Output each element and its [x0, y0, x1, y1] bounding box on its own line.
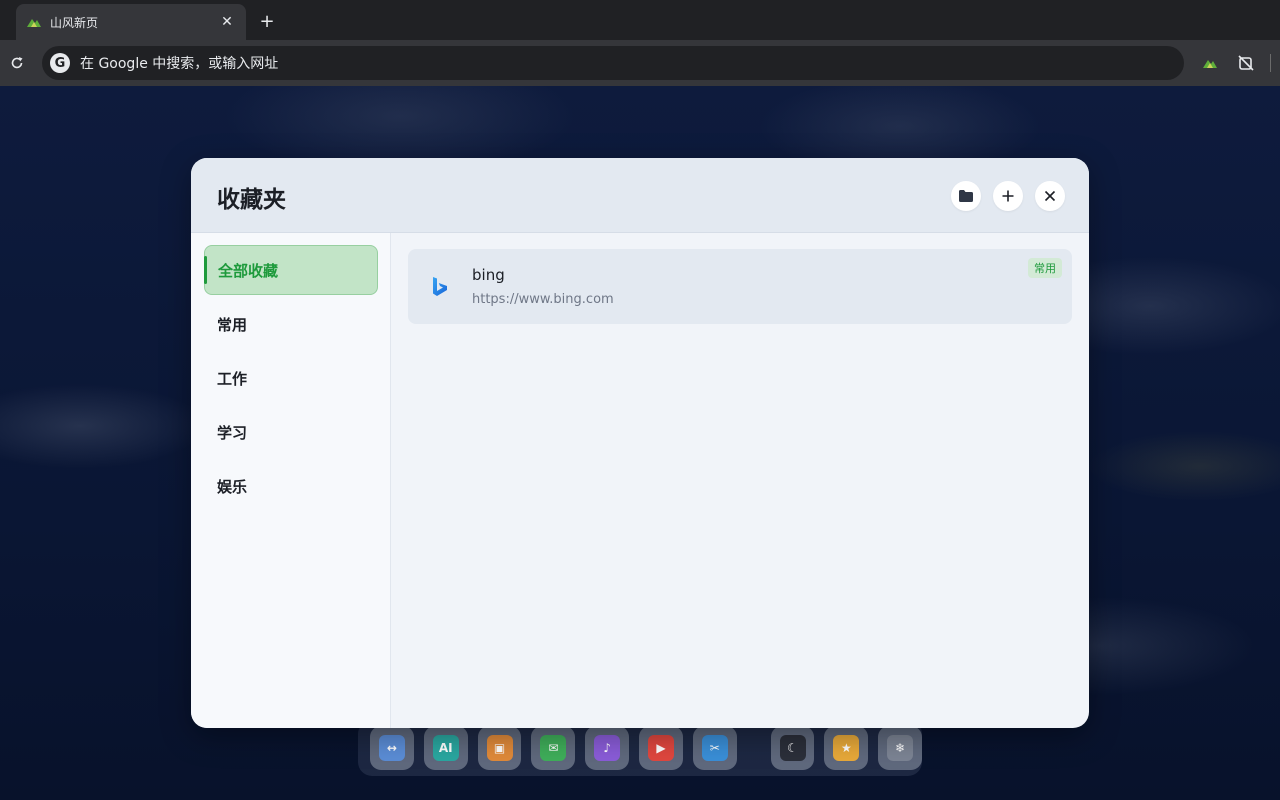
add-bookmark-button[interactable]	[993, 181, 1023, 211]
video-icon: ▶	[647, 735, 674, 761]
music-icon: ♪	[594, 735, 621, 761]
dock-app-star[interactable]: ★	[824, 726, 869, 770]
bookmark-tag: 常用	[1028, 258, 1062, 278]
dock-app-translate[interactable]: ↔	[370, 726, 414, 770]
plus-icon	[1002, 190, 1014, 202]
category-sidebar: 全部收藏 常用 工作 学习 娱乐	[191, 233, 391, 728]
dock-app-music[interactable]: ♪	[585, 726, 630, 770]
new-folder-button[interactable]	[951, 181, 981, 211]
dock-app-tools[interactable]: ✂	[692, 726, 737, 770]
mountain-icon	[26, 14, 42, 30]
category-frequent[interactable]: 常用	[204, 299, 378, 349]
settings-icon: ❄	[887, 735, 914, 761]
tab-active[interactable]: 山风新页 ✕	[16, 4, 246, 40]
category-all[interactable]: 全部收藏	[204, 245, 378, 295]
category-study[interactable]: 学习	[204, 407, 378, 457]
tab-title: 山风新页	[50, 15, 99, 30]
tools-icon: ✂	[701, 735, 728, 761]
dock-app-ai[interactable]: AI	[423, 726, 468, 770]
mountain-extension-icon[interactable]	[1199, 52, 1221, 74]
dock-app-night-mode[interactable]: ☾	[770, 726, 815, 770]
bookmark-url: https://www.bing.com	[472, 292, 614, 307]
bookmark-list: bing https://www.bing.com 常用	[392, 233, 1089, 728]
dock-app-settings[interactable]: ❄	[878, 726, 923, 770]
bookmarks-modal: 收藏夹 全部收藏 常用 工作 学习 娱乐 bing https://www.bi…	[191, 158, 1089, 728]
toolbar-divider	[1270, 54, 1271, 72]
category-entertainment[interactable]: 娱乐	[204, 461, 378, 511]
app-dock: ↔ AI ▣ ✉ ♪ ▶ ✂ ☾ ★ ❄	[358, 720, 923, 776]
extension-disabled-icon[interactable]	[1235, 52, 1257, 74]
bookmark-name: bing	[472, 266, 505, 284]
address-placeholder: 在 Google 中搜索，或输入网址	[80, 56, 279, 72]
google-icon: G	[50, 53, 70, 73]
translate-icon: ↔	[378, 735, 405, 761]
bookmark-text: bing https://www.bing.com	[472, 266, 614, 307]
ai-icon: AI	[432, 735, 459, 761]
tab-strip: 山风新页 ✕ +	[0, 0, 1280, 40]
bookmark-card[interactable]: bing https://www.bing.com 常用	[408, 249, 1072, 324]
category-work[interactable]: 工作	[204, 353, 378, 403]
new-tab-button[interactable]: +	[256, 10, 278, 32]
modal-header: 收藏夹	[191, 158, 1089, 233]
moon-icon: ☾	[779, 735, 806, 761]
bing-icon	[428, 275, 452, 299]
mail-icon: ✉	[540, 735, 567, 761]
reload-icon[interactable]	[6, 52, 28, 74]
address-bar[interactable]: G 在 Google 中搜索，或输入网址	[42, 46, 1184, 80]
modal-title: 收藏夹	[217, 187, 286, 213]
tab-close-icon[interactable]: ✕	[218, 13, 236, 31]
dock-app-mail[interactable]: ✉	[531, 726, 576, 770]
close-icon	[1044, 190, 1056, 202]
browser-toolbar: G 在 Google 中搜索，或输入网址	[0, 40, 1280, 86]
star-icon: ★	[833, 735, 860, 761]
folder-icon	[959, 190, 973, 202]
dock-app-image[interactable]: ▣	[477, 726, 522, 770]
dock-app-video[interactable]: ▶	[639, 726, 683, 770]
image-icon: ▣	[486, 735, 513, 761]
close-modal-button[interactable]	[1035, 181, 1065, 211]
